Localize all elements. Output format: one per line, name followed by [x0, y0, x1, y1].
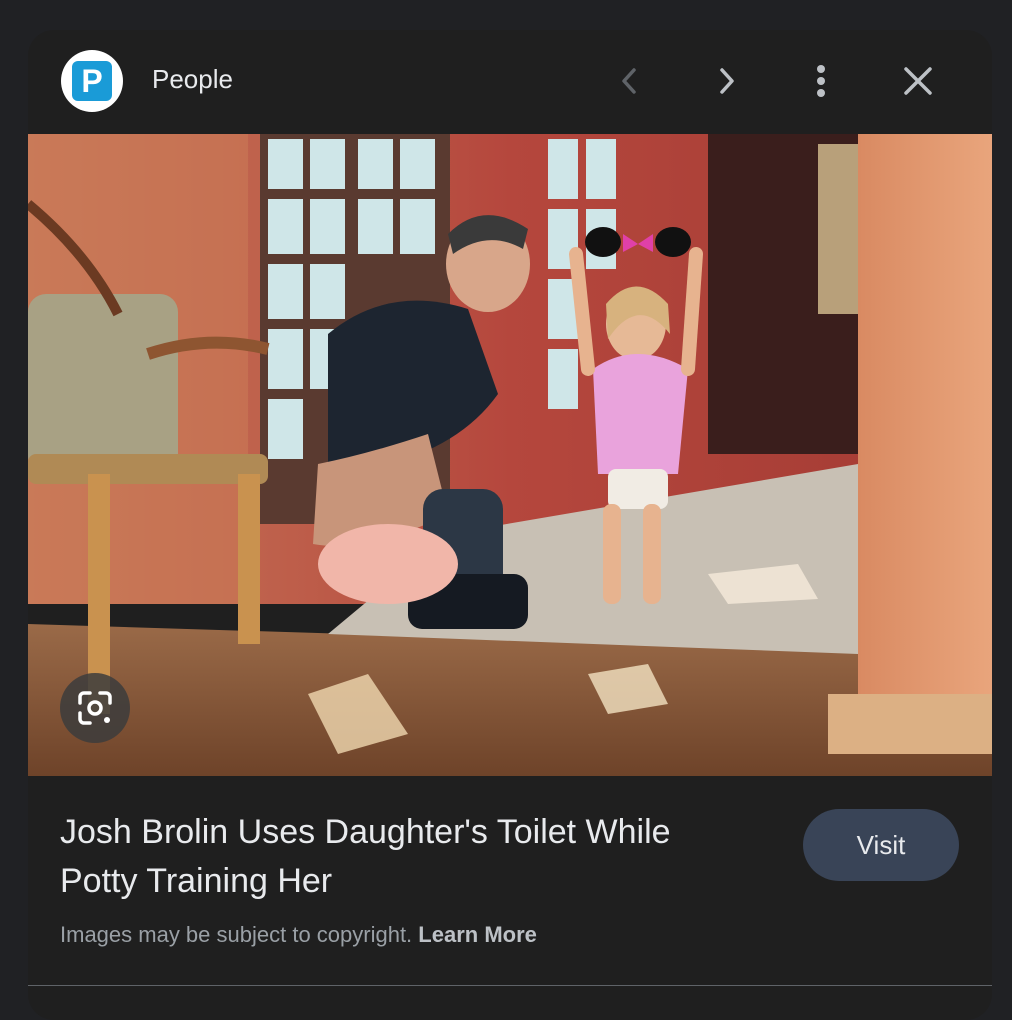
viewer-header: P People [28, 30, 992, 134]
source-logo[interactable]: P [61, 50, 123, 112]
copyright-text: Images may be subject to copyright. [60, 922, 413, 947]
previous-button[interactable] [604, 56, 654, 106]
chevron-left-icon [622, 68, 636, 94]
close-button[interactable] [893, 56, 943, 106]
source-logo-letter: P [72, 61, 112, 101]
source-name[interactable]: People [152, 64, 233, 95]
image-viewer-panel: P People Josh Brolin Uses Daughter's Toi… [28, 30, 992, 1020]
next-button[interactable] [702, 56, 752, 106]
visit-button[interactable]: Visit [803, 809, 959, 881]
copyright-notice: Images may be subject to copyright. Lear… [60, 922, 537, 948]
divider [28, 985, 992, 986]
visual-search-button[interactable] [60, 673, 130, 743]
close-icon [904, 67, 932, 95]
main-image[interactable] [28, 134, 992, 776]
photo-illustration [28, 134, 992, 776]
more-vert-icon [817, 65, 825, 97]
more-options-button[interactable] [796, 56, 846, 106]
image-title[interactable]: Josh Brolin Uses Daughter's Toilet While… [60, 808, 740, 906]
lens-icon [78, 691, 112, 725]
learn-more-link[interactable]: Learn More [418, 922, 537, 947]
chevron-right-icon [720, 68, 734, 94]
